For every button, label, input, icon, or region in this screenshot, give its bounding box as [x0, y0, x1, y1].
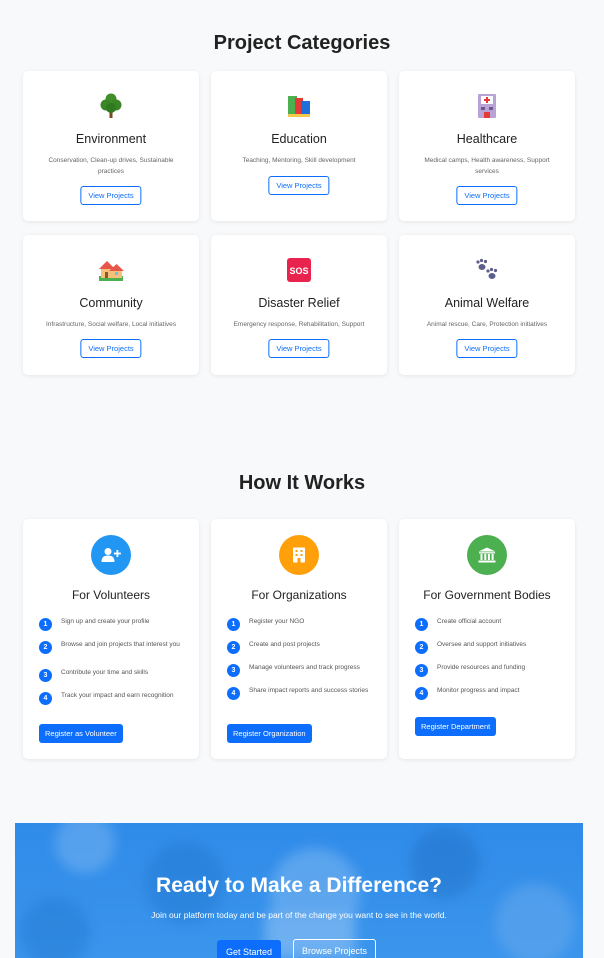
step-number: 2 — [39, 641, 52, 654]
step-number: 1 — [227, 618, 240, 631]
category-card-disaster-relief: SOS Disaster Relief Emergency response, … — [211, 235, 387, 375]
view-projects-button[interactable]: View Projects — [268, 339, 330, 358]
how-it-works-title: How It Works — [238, 472, 366, 494]
category-card-education: Education Teaching, Mentoring, Skill dev… — [211, 71, 387, 221]
tree-icon — [23, 93, 199, 119]
building-icon — [279, 535, 319, 575]
step-text: Register your NGO — [249, 618, 305, 625]
step-text: Create and post projects — [249, 641, 320, 648]
category-card-community: Community Infrastructure, Social welfare… — [23, 235, 199, 375]
view-projects-button[interactable]: View Projects — [268, 176, 330, 195]
hospital-icon — [399, 93, 575, 119]
step-number: 4 — [227, 687, 240, 700]
view-projects-button[interactable]: View Projects — [456, 339, 518, 358]
step-text: Provide resources and funding — [437, 664, 526, 671]
step-number: 4 — [39, 692, 52, 705]
step-item: 4 Track your impact and earn recognition — [39, 691, 187, 705]
step-text: Create official account — [437, 618, 502, 625]
category-card-environment: Environment Conservation, Clean-up drive… — [23, 71, 199, 221]
step-number: 1 — [415, 618, 428, 631]
sos-icon: SOS — [211, 257, 387, 283]
cta-banner: Ready to Make a Difference? Join our pla… — [15, 823, 583, 958]
category-title: Community — [79, 296, 143, 310]
register-organization-button[interactable]: Register Organization — [227, 724, 312, 743]
how-card-volunteers: For Volunteers 1 Sign up and create your… — [23, 519, 199, 759]
user-plus-icon — [91, 535, 131, 575]
step-text: Contribute your time and skills — [61, 669, 149, 676]
step-text: Share impact reports and success stories — [249, 687, 369, 694]
step-item: 3 Manage volunteers and track progress — [227, 663, 375, 677]
category-card-animal-welfare: Animal Welfare Animal rescue, Care, Prot… — [399, 235, 575, 375]
step-text: Sign up and create your profile — [61, 618, 150, 625]
step-text: Browse and join projects that interest y… — [61, 641, 180, 648]
view-projects-button[interactable]: View Projects — [80, 339, 142, 358]
category-description: Medical camps, Health awareness, Support… — [424, 157, 550, 175]
category-title: Education — [271, 132, 327, 146]
step-number: 1 — [39, 618, 52, 631]
categories-title: Project Categories — [213, 32, 391, 54]
step-item: 2 Create and post projects — [227, 640, 375, 654]
step-text: Oversee and support initiatives — [437, 641, 527, 648]
step-number: 2 — [415, 641, 428, 654]
get-started-button[interactable]: Get Started — [217, 940, 282, 958]
step-item: 2 Browse and join projects that interest… — [39, 640, 187, 654]
step-text: Manage volunteers and track progress — [249, 664, 360, 671]
step-item: 1 Sign up and create your profile — [39, 617, 187, 631]
step-number: 3 — [227, 664, 240, 677]
category-description: Infrastructure, Social welfare, Local in… — [45, 321, 177, 328]
category-title: Animal Welfare — [444, 296, 530, 310]
step-item: 3 Provide resources and funding — [415, 663, 563, 677]
view-projects-button[interactable]: View Projects — [456, 186, 518, 205]
category-title: Environment — [75, 132, 147, 146]
step-number: 3 — [415, 664, 428, 677]
browse-projects-button[interactable]: Browse Projects — [293, 939, 377, 958]
cta-subtitle: Join our platform today and be part of t… — [151, 910, 447, 920]
category-card-healthcare: Healthcare Medical camps, Health awarene… — [399, 71, 575, 221]
step-item: 2 Oversee and support initiatives — [415, 640, 563, 654]
how-card-title: For Organizations — [251, 588, 347, 602]
step-item: 3 Contribute your time and skills — [39, 668, 187, 682]
category-title: Disaster Relief — [258, 296, 340, 310]
step-item: 4 Monitor progress and impact — [415, 686, 563, 700]
paw-prints-icon — [399, 257, 575, 283]
how-card-government: For Government Bodies 1 Create official … — [399, 519, 575, 759]
step-item: 1 Create official account — [415, 617, 563, 631]
step-item: 1 Register your NGO — [227, 617, 375, 631]
step-text: Monitor progress and impact — [437, 687, 520, 694]
landmark-icon — [467, 535, 507, 575]
step-text: Track your impact and earn recognition — [61, 692, 174, 699]
how-card-organizations: For Organizations 1 Register your NGO 2 … — [211, 519, 387, 759]
register-department-button[interactable]: Register Department — [415, 717, 497, 736]
cta-title: Ready to Make a Difference? — [156, 874, 442, 897]
step-item: 4 Share impact reports and success stori… — [227, 686, 375, 700]
step-number: 4 — [415, 687, 428, 700]
step-number: 2 — [227, 641, 240, 654]
category-description: Animal rescue, Care, Protection initiati… — [426, 321, 548, 328]
houses-icon — [23, 257, 199, 283]
step-number: 3 — [39, 669, 52, 682]
register-volunteer-button[interactable]: Register as Volunteer — [39, 724, 123, 743]
books-icon — [211, 93, 387, 119]
how-card-title: For Volunteers — [71, 588, 151, 602]
svg-text:SOS: SOS — [289, 266, 308, 276]
view-projects-button[interactable]: View Projects — [80, 186, 142, 205]
category-title: Healthcare — [456, 132, 518, 146]
category-description: Emergency response, Rehabilitation, Supp… — [233, 321, 365, 328]
category-description: Conservation, Clean-up drives, Sustainab… — [48, 157, 174, 175]
category-description: Teaching, Mentoring, Skill development — [242, 157, 356, 164]
how-card-title: For Government Bodies — [423, 588, 551, 602]
